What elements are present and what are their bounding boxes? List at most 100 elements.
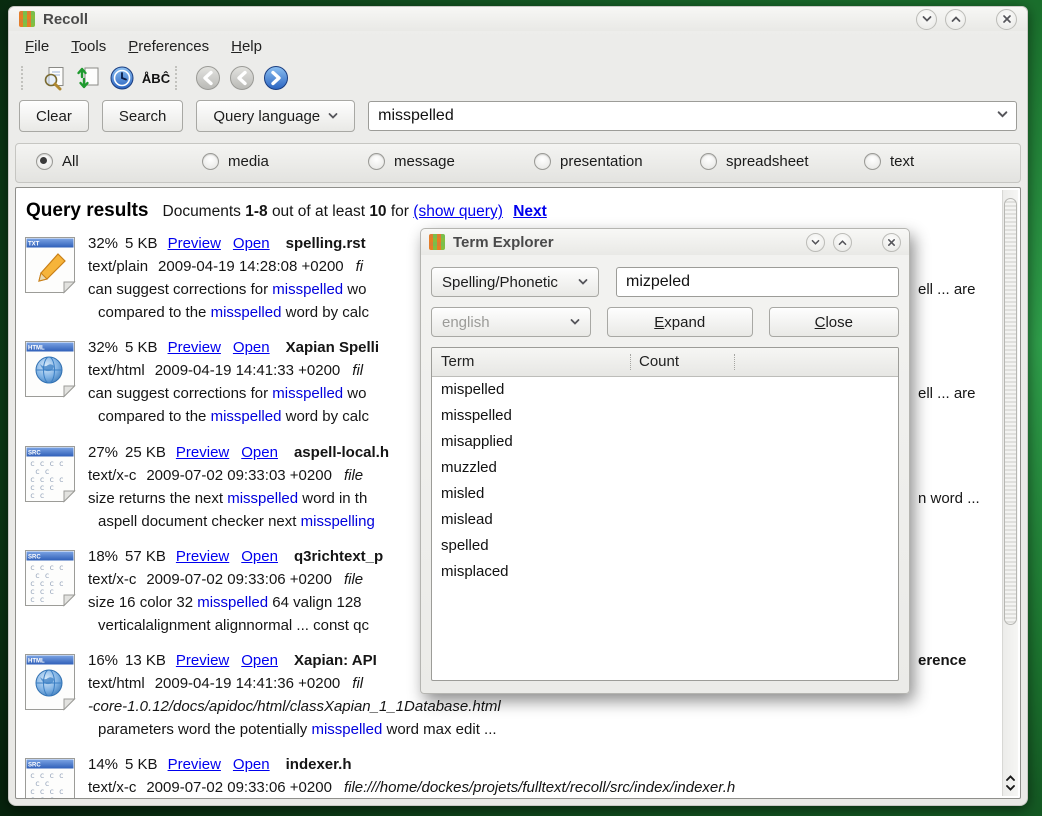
source-file-icon[interactable]: SRC c c c cc c c c c cc c cc c: [22, 443, 78, 505]
show-query-link[interactable]: (show query): [413, 203, 503, 220]
filter-text[interactable]: text: [864, 153, 914, 170]
column-header-term[interactable]: Term: [441, 353, 474, 370]
toolbar-separator: [21, 66, 31, 90]
preview-link[interactable]: Preview: [176, 548, 229, 565]
source-file-icon[interactable]: SRC c c c cc c c c c cc c cc c: [22, 547, 78, 609]
html-file-icon[interactable]: HTML: [22, 651, 78, 713]
open-link[interactable]: Open: [233, 339, 270, 356]
file-url: fil: [352, 675, 363, 692]
term-row[interactable]: misplaced: [432, 559, 898, 585]
term-row[interactable]: muzzled: [432, 455, 898, 481]
svg-text:TXT: TXT: [28, 242, 40, 248]
date: 2009-07-02 09:33:06 +0200: [146, 571, 332, 588]
source-file-icon[interactable]: SRC c c c cc c c c c cc c cc c: [22, 755, 78, 799]
preview-link[interactable]: Preview: [168, 235, 221, 252]
window-title: Recoll: [43, 11, 88, 28]
radio-icon[interactable]: [202, 153, 219, 170]
result-meta: text/x-c2009-07-02 09:33:06 +0200file://…: [88, 776, 1002, 799]
toolbar: ÅBĈ: [9, 61, 293, 95]
radio-icon[interactable]: [36, 153, 53, 170]
close-button[interactable]: [882, 233, 901, 252]
maximize-button[interactable]: [833, 233, 852, 252]
search-history-chevron-icon[interactable]: [997, 110, 1008, 119]
open-link[interactable]: Open: [241, 652, 278, 669]
column-header-count[interactable]: Count: [639, 353, 679, 370]
term-input[interactable]: [616, 267, 899, 297]
scrollbar-thumb[interactable]: [1004, 198, 1017, 625]
filter-media[interactable]: media: [202, 153, 269, 170]
next-page-link[interactable]: Next: [513, 203, 547, 220]
svg-text:HTML: HTML: [28, 346, 45, 352]
open-link[interactable]: Open: [233, 235, 270, 252]
radio-icon[interactable]: [534, 153, 551, 170]
first-page-arrow-icon[interactable]: [194, 64, 222, 92]
expand-button[interactable]: Expand: [607, 307, 753, 337]
term-table: Term Count mispelled misspelled misappli…: [431, 347, 899, 681]
results-scrollbar[interactable]: [1002, 190, 1018, 796]
toolbar-separator: [175, 66, 185, 90]
radio-icon[interactable]: [700, 153, 717, 170]
open-link[interactable]: Open: [241, 548, 278, 565]
column-separator: [734, 354, 735, 370]
menu-file[interactable]: File: [23, 36, 51, 57]
term-row[interactable]: misled: [432, 481, 898, 507]
sort-by-date-icon[interactable]: [74, 64, 102, 92]
svg-text:SRC: SRC: [28, 763, 41, 769]
next-page-arrow-icon[interactable]: [262, 64, 290, 92]
clear-button[interactable]: Clear: [19, 100, 89, 132]
dialog-titlebar[interactable]: Term Explorer: [421, 229, 909, 255]
scroll-down-icon[interactable]: [1005, 784, 1016, 792]
filter-message[interactable]: message: [368, 153, 455, 170]
open-link[interactable]: Open: [233, 756, 270, 773]
term-row[interactable]: mislead: [432, 507, 898, 533]
result-headline: 14%5 KBPreviewOpenindexer.h: [88, 753, 1002, 776]
clock-icon[interactable]: [108, 64, 136, 92]
search-document-icon[interactable]: [40, 64, 68, 92]
filter-presentation[interactable]: presentation: [534, 153, 643, 170]
term-explorer-abc-icon[interactable]: ÅBĈ: [142, 64, 170, 92]
search-button[interactable]: Search: [102, 100, 184, 132]
filter-all[interactable]: All: [36, 153, 79, 170]
mime-type: text/x-c: [88, 571, 136, 588]
previous-page-arrow-icon[interactable]: [228, 64, 256, 92]
minimize-button[interactable]: [806, 233, 825, 252]
preview-link[interactable]: Preview: [176, 652, 229, 669]
html-file-icon[interactable]: HTML: [22, 338, 78, 400]
column-separator: [630, 354, 631, 370]
result-item[interactable]: SRC c c c cc c c c c cc c cc c 14%5 KBPr…: [22, 753, 1002, 799]
radio-icon[interactable]: [368, 153, 385, 170]
result-title: indexer.h: [286, 756, 352, 773]
file-url: file: [344, 467, 363, 484]
menu-help[interactable]: Help: [229, 36, 264, 57]
menu-preferences[interactable]: Preferences: [126, 36, 211, 57]
minimize-button[interactable]: [916, 9, 937, 30]
result-title: q3richtext_p: [294, 548, 383, 565]
maximize-button[interactable]: [945, 9, 966, 30]
scroll-up-icon[interactable]: [1005, 774, 1016, 782]
radio-icon[interactable]: [864, 153, 881, 170]
preview-link[interactable]: Preview: [168, 756, 221, 773]
preview-link[interactable]: Preview: [176, 444, 229, 461]
text-file-icon[interactable]: TXT: [22, 234, 78, 296]
term-row[interactable]: misspelled: [432, 403, 898, 429]
language-dropdown[interactable]: english: [431, 307, 591, 337]
mime-type: text/plain: [88, 258, 148, 275]
window-titlebar[interactable]: Recoll: [9, 7, 1027, 31]
close-dialog-button[interactable]: Close: [769, 307, 899, 337]
open-link[interactable]: Open: [241, 444, 278, 461]
search-input[interactable]: [368, 101, 1017, 131]
result-snippet: parameters word the potentially misspell…: [88, 718, 1002, 741]
term-row[interactable]: spelled: [432, 533, 898, 559]
results-header: Query results Documents 1-8 out of at le…: [26, 200, 547, 222]
menu-tools[interactable]: Tools: [69, 36, 108, 57]
preview-link[interactable]: Preview: [168, 339, 221, 356]
svg-text:c c: c c: [30, 595, 45, 604]
term-row[interactable]: mispelled: [432, 377, 898, 403]
expansion-type-dropdown[interactable]: Spelling/Phonetic: [431, 267, 599, 297]
term-row[interactable]: misapplied: [432, 429, 898, 455]
filter-spreadsheet[interactable]: spreadsheet: [700, 153, 809, 170]
close-button[interactable]: [996, 9, 1017, 30]
scrollbar-arrows: [1003, 774, 1018, 792]
query-language-dropdown[interactable]: Query language: [196, 100, 355, 132]
search-row: Clear Search Query language: [19, 99, 1017, 133]
